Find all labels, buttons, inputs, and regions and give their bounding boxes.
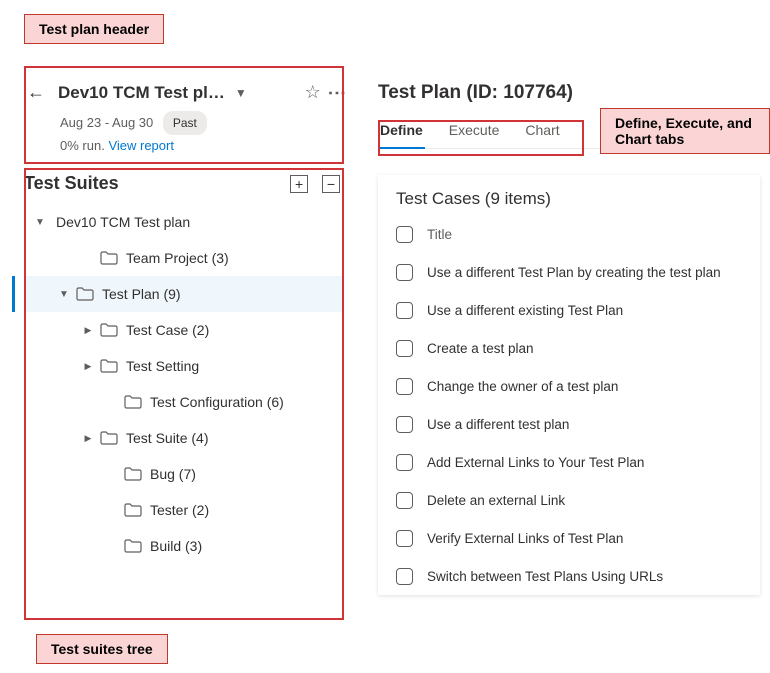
case-title: Delete an external Link: [427, 493, 565, 508]
past-badge: Past: [163, 111, 207, 135]
suites-header: Test Suites + −: [24, 167, 344, 200]
folder-icon: [124, 539, 142, 553]
tree-row-label: Dev10 TCM Test plan: [56, 214, 190, 230]
run-status-row: 0% run. View report: [60, 135, 344, 157]
left-pane: ← Dev10 TCM Test pl… ▼ ☆ ⋮ Aug 23 - Aug …: [24, 74, 344, 564]
folder-icon: [124, 467, 142, 481]
select-all-checkbox[interactable]: [396, 226, 413, 243]
folder-icon: [100, 431, 118, 445]
tree-row[interactable]: Tester (2): [24, 492, 344, 528]
tree-row-label: Test Plan (9): [102, 286, 181, 302]
tree-row[interactable]: Bug (7): [24, 456, 344, 492]
tree-row[interactable]: Build (3): [24, 528, 344, 564]
case-title: Use a different test plan: [427, 417, 569, 432]
row-checkbox[interactable]: [396, 492, 413, 509]
right-pane: Test Plan (ID: 107764) Define Execute Char…: [378, 82, 760, 595]
tab-execute[interactable]: Execute: [447, 114, 502, 148]
table-row[interactable]: Add External Links to Your Test Plan: [378, 443, 760, 481]
folder-icon: [124, 503, 142, 517]
tab-define[interactable]: Define: [378, 114, 425, 148]
tree-row-label: Test Setting: [126, 358, 199, 374]
case-title: Switch between Test Plans Using URLs: [427, 569, 663, 584]
tree-row-label: Build (3): [150, 538, 202, 554]
case-title: Use a different existing Test Plan: [427, 303, 623, 318]
folder-icon: [124, 395, 142, 409]
expand-all-button[interactable]: +: [290, 175, 308, 193]
table-header-row: Title: [378, 215, 760, 253]
tree-row-label: Bug (7): [150, 466, 196, 482]
tree-row[interactable]: ▼ Dev10 TCM Test plan: [24, 204, 344, 240]
case-title: Change the owner of a test plan: [427, 379, 618, 394]
tab-chart[interactable]: Chart: [523, 114, 561, 148]
date-range-row: Aug 23 - Aug 30 Past: [60, 111, 344, 135]
chevron-down-icon: ▼: [235, 86, 247, 100]
callout-tabs: Define, Execute, and Chart tabs: [600, 108, 770, 154]
row-checkbox[interactable]: [396, 302, 413, 319]
tree-row[interactable]: Team Project (3): [24, 240, 344, 276]
table-row[interactable]: Change the owner of a test plan: [378, 367, 760, 405]
table-row[interactable]: Use a different Test Plan by creating th…: [378, 253, 760, 291]
folder-icon: [100, 251, 118, 265]
column-header-title: Title: [427, 227, 452, 242]
tree-row-label: Tester (2): [150, 502, 209, 518]
table-row[interactable]: Use a different test plan: [378, 405, 760, 443]
tree-row[interactable]: ▼ Test Plan (9): [24, 276, 344, 312]
tree-row-label: Test Configuration (6): [150, 394, 284, 410]
row-checkbox[interactable]: [396, 340, 413, 357]
tree-row-label: Team Project (3): [126, 250, 229, 266]
row-checkbox[interactable]: [396, 530, 413, 547]
chevron-right-icon[interactable]: ▶: [80, 325, 96, 336]
row-checkbox[interactable]: [396, 568, 413, 585]
more-options-icon[interactable]: ⋮: [329, 80, 344, 105]
test-plan-title-dropdown[interactable]: Dev10 TCM Test pl… ▼: [54, 81, 297, 105]
tree-row[interactable]: ▶ Test Case (2): [24, 312, 344, 348]
chevron-down-icon[interactable]: ▼: [32, 217, 48, 228]
tree-row[interactable]: Test Configuration (6): [24, 384, 344, 420]
tree-row[interactable]: ▶ Test Suite (4): [24, 420, 344, 456]
run-status-text: 0% run.: [60, 138, 105, 153]
tree-row-label: Test Case (2): [126, 322, 209, 338]
chevron-down-icon[interactable]: ▼: [56, 289, 72, 300]
test-plan-header-row: ← Dev10 TCM Test pl… ▼ ☆ ⋮: [24, 74, 344, 111]
row-checkbox[interactable]: [396, 416, 413, 433]
table-row[interactable]: Verify External Links of Test Plan: [378, 519, 760, 557]
test-cases-card: Test Cases (9 items) Title Use a differe…: [378, 175, 760, 595]
callout-header: Test plan header: [24, 14, 164, 44]
chevron-right-icon[interactable]: ▶: [80, 361, 96, 372]
view-report-link[interactable]: View report: [108, 138, 174, 153]
case-title: Create a test plan: [427, 341, 534, 356]
folder-icon: [100, 323, 118, 337]
callout-tree: Test suites tree: [36, 634, 168, 664]
tree-row-label: Test Suite (4): [126, 430, 208, 446]
case-title: Verify External Links of Test Plan: [427, 531, 623, 546]
chevron-right-icon[interactable]: ▶: [80, 433, 96, 444]
folder-icon: [76, 287, 94, 301]
collapse-all-button[interactable]: −: [322, 175, 340, 193]
back-arrow-icon[interactable]: ←: [24, 82, 48, 103]
suites-title: Test Suites: [24, 173, 119, 194]
page-title: Test Plan (ID: 107764): [378, 82, 760, 104]
favorite-star-icon[interactable]: ☆: [305, 82, 321, 103]
table-row[interactable]: Delete an external Link: [378, 481, 760, 519]
folder-icon: [100, 359, 118, 373]
date-range-text: Aug 23 - Aug 30: [60, 115, 153, 130]
test-cases-title: Test Cases (9 items): [378, 175, 760, 215]
row-checkbox[interactable]: [396, 378, 413, 395]
row-checkbox[interactable]: [396, 454, 413, 471]
tree-row[interactable]: ▶ Test Setting: [24, 348, 344, 384]
table-row[interactable]: Create a test plan: [378, 329, 760, 367]
table-row[interactable]: Use a different existing Test Plan: [378, 291, 760, 329]
test-plan-title: Dev10 TCM Test pl…: [58, 83, 225, 103]
case-title: Use a different Test Plan by creating th…: [427, 265, 721, 280]
case-title: Add External Links to Your Test Plan: [427, 455, 644, 470]
row-checkbox[interactable]: [396, 264, 413, 281]
table-row[interactable]: Switch between Test Plans Using URLs: [378, 557, 760, 595]
suites-tree: ▼ Dev10 TCM Test plan Team Project (3) ▼ Tes…: [24, 204, 344, 564]
